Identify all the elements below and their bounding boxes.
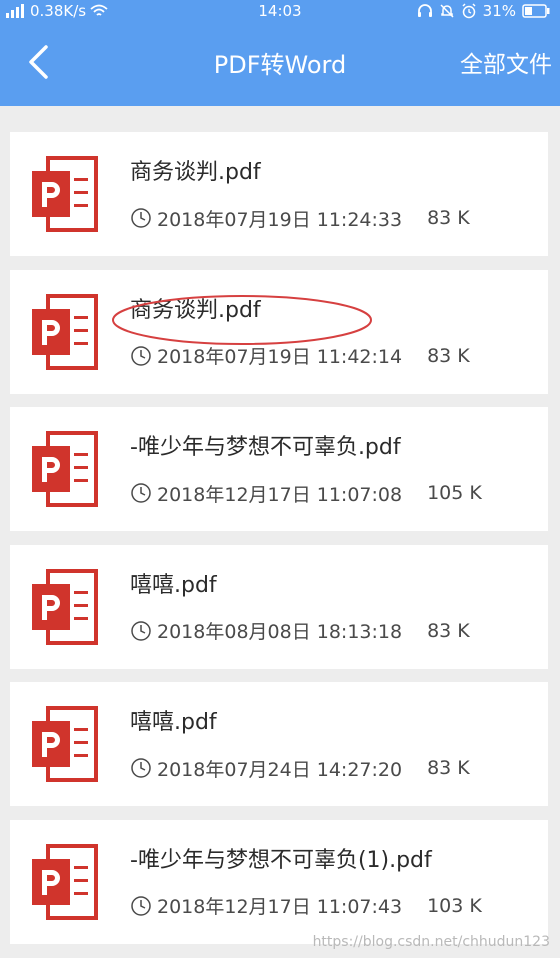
powerpoint-file-icon bbox=[30, 568, 98, 645]
file-list-item[interactable]: -唯少年与梦想不可辜负(1).pdf 2018年12月17日 11:07:43 … bbox=[10, 819, 548, 944]
battery-level: 31% bbox=[482, 2, 516, 20]
powerpoint-file-icon bbox=[30, 706, 98, 782]
file-meta: 2018年07月24日 14:27:20 83 K bbox=[130, 754, 470, 782]
file-list: 商务谈判.pdf 2018年07月19日 11:24:33 83 K 商务谈判.… bbox=[10, 132, 548, 957]
status-right: 31% bbox=[417, 0, 550, 22]
title-bar: PDF转Word 全部文件 bbox=[0, 28, 560, 106]
all-files-button[interactable]: 全部文件 bbox=[460, 50, 552, 80]
file-name: -唯少年与梦想不可辜负.pdf bbox=[130, 435, 401, 460]
powerpoint-file-icon bbox=[30, 156, 98, 232]
file-meta: 2018年08月08日 18:13:18 83 K bbox=[130, 617, 470, 645]
file-size: 83 K bbox=[427, 344, 470, 367]
file-date: 2018年12月17日 11:07:43 bbox=[157, 896, 403, 918]
clock-icon bbox=[130, 757, 152, 779]
file-date: 2018年12月17日 11:07:08 bbox=[157, 483, 403, 506]
powerpoint-file-icon bbox=[30, 293, 98, 370]
file-size: 83 K bbox=[427, 207, 470, 229]
file-name: 商务谈判.pdf bbox=[130, 160, 261, 185]
headset-icon bbox=[417, 4, 433, 18]
file-meta: 2018年07月19日 11:24:33 83 K bbox=[130, 204, 470, 232]
file-meta: 2018年12月17日 11:07:08 105 K bbox=[130, 479, 482, 507]
battery-icon bbox=[522, 4, 550, 18]
file-name: 嘻嘻.pdf bbox=[130, 572, 217, 598]
file-size: 83 K bbox=[427, 757, 470, 779]
file-date: 2018年07月24日 14:27:20 bbox=[157, 758, 403, 781]
file-date: 2018年07月19日 11:42:14 bbox=[157, 346, 403, 368]
file-list-item[interactable]: 嘻嘻.pdf 2018年08月08日 18:13:18 83 K bbox=[10, 544, 548, 669]
file-list-item[interactable]: 商务谈判.pdf 2018年07月19日 11:24:33 83 K bbox=[10, 132, 548, 256]
clock-icon bbox=[130, 895, 152, 917]
clock-icon bbox=[130, 345, 152, 367]
powerpoint-file-icon bbox=[30, 431, 98, 507]
watermark: https://blog.csdn.net/chhudun123 bbox=[312, 934, 550, 950]
powerpoint-file-icon bbox=[30, 843, 98, 920]
file-date: 2018年07月19日 11:24:33 bbox=[157, 208, 403, 231]
clock-icon bbox=[130, 620, 152, 642]
file-name: 商务谈判.pdf bbox=[130, 297, 261, 323]
file-size: 103 K bbox=[427, 894, 482, 917]
clock-icon bbox=[130, 482, 152, 504]
file-name: 嘻嘻.pdf bbox=[130, 710, 217, 735]
file-date: 2018年08月08日 18:13:18 bbox=[157, 621, 403, 643]
file-list-item[interactable]: 商务谈判.pdf 2018年07月19日 11:42:14 83 K bbox=[10, 269, 548, 394]
file-name: -唯少年与梦想不可辜负(1).pdf bbox=[130, 847, 432, 873]
clock-icon bbox=[130, 207, 152, 229]
status-bar: 0.38K/s 14:03 31% bbox=[0, 0, 560, 22]
file-list-item[interactable]: -唯少年与梦想不可辜负.pdf 2018年12月17日 11:07:08 105… bbox=[10, 407, 548, 531]
file-size: 105 K bbox=[427, 482, 482, 504]
alarm-icon bbox=[461, 3, 477, 19]
bell-off-icon bbox=[439, 3, 455, 19]
file-meta: 2018年12月17日 11:07:43 103 K bbox=[130, 892, 482, 920]
file-size: 83 K bbox=[427, 619, 470, 642]
file-list-item[interactable]: 嘻嘻.pdf 2018年07月24日 14:27:20 83 K bbox=[10, 682, 548, 806]
app-bar: 0.38K/s 14:03 31% PDF转Word 全部文件 bbox=[0, 0, 560, 106]
file-meta: 2018年07月19日 11:42:14 83 K bbox=[130, 342, 470, 370]
